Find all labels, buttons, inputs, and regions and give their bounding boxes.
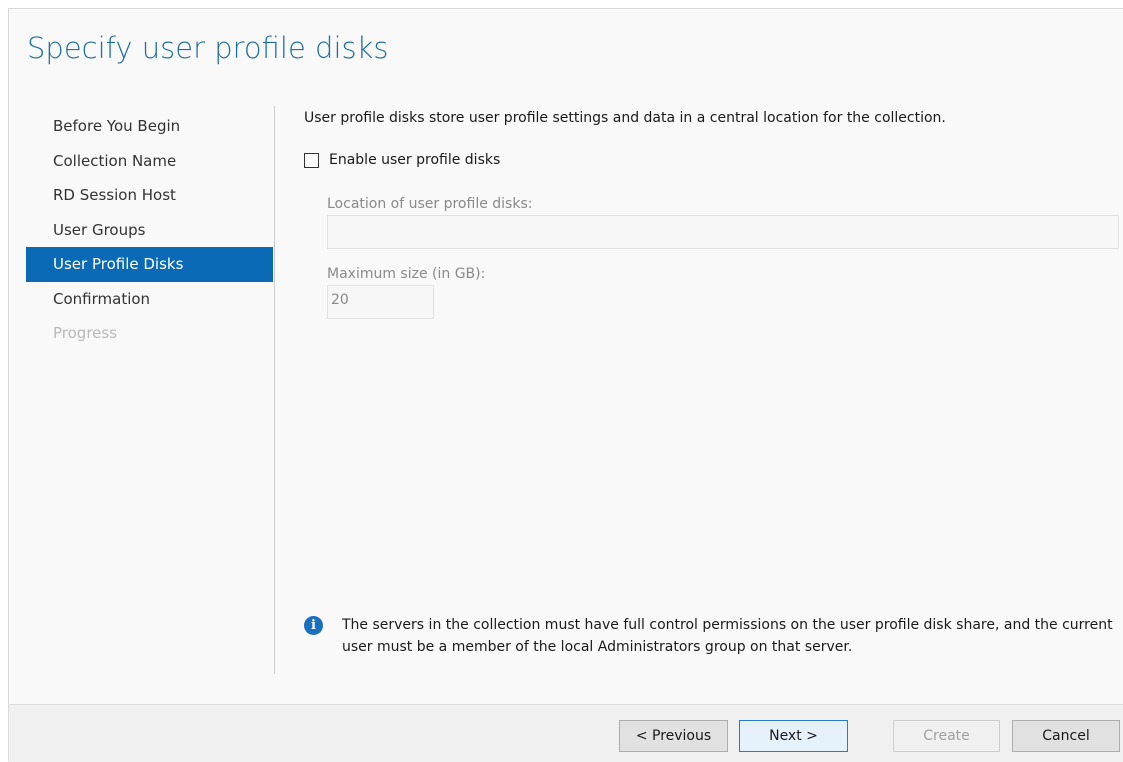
nav-item-confirmation[interactable]: Confirmation [26, 282, 273, 317]
location-label: Location of user profile disks: [327, 196, 533, 212]
location-input[interactable] [327, 215, 1119, 249]
wizard-window: Specify user profile disks Before You Be… [8, 8, 1123, 762]
page-title: Specify user profile disks [27, 31, 389, 65]
nav-item-user-profile-disks[interactable]: User Profile Disks [26, 247, 273, 282]
enable-upd-checkbox[interactable] [304, 152, 319, 168]
nav-item-before-you-begin[interactable]: Before You Begin [26, 109, 273, 144]
enable-upd-row[interactable]: Enable user profile disks [304, 152, 500, 168]
next-button[interactable]: Next > [739, 720, 848, 752]
max-size-input[interactable]: 20 [327, 285, 434, 319]
nav-item-user-groups[interactable]: User Groups [26, 213, 273, 248]
nav-item-progress: Progress [53, 324, 118, 342]
info-icon: i [304, 616, 323, 635]
max-size-label: Maximum size (in GB): [327, 266, 486, 282]
enable-upd-label[interactable]: Enable user profile disks [329, 152, 500, 168]
wizard-steps-nav: Before You Begin Collection Name RD Sess… [26, 109, 273, 351]
wizard-footer: < Previous Next > Create Cancel [9, 704, 1123, 762]
previous-button[interactable]: < Previous [619, 720, 728, 752]
info-text: The servers in the collection must have … [342, 617, 1113, 655]
page-description: User profile disks store user profile se… [304, 110, 946, 126]
create-button: Create [893, 720, 1000, 752]
nav-item-rd-session-host[interactable]: RD Session Host [26, 178, 273, 213]
info-message: i The servers in the collection must hav… [304, 614, 1119, 658]
nav-divider [274, 106, 275, 674]
nav-item-collection-name[interactable]: Collection Name [26, 144, 273, 179]
cancel-button[interactable]: Cancel [1012, 720, 1120, 752]
